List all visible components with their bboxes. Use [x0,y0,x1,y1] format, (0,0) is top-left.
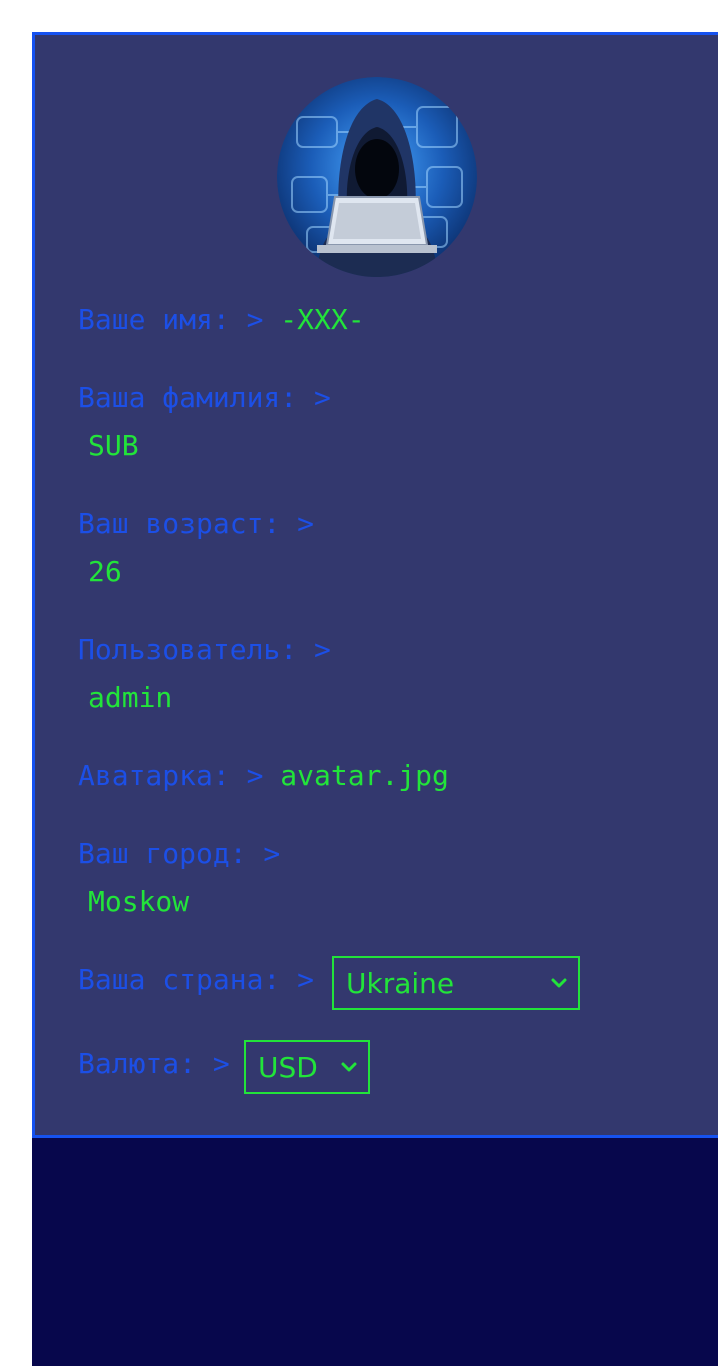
avatar [277,77,477,277]
first-name-value: -XXX- [280,303,365,336]
last-name-value: SUB [88,429,139,462]
profile-card: Ваше имя: > -XXX- Ваша фамилия: > SUB Ва… [32,32,718,1138]
country-selected-value: Ukraine [346,967,455,1000]
avatar-file-value: avatar.jpg [280,759,449,792]
user-label: Пользователь: > [78,633,331,666]
first-name-label: Ваше имя: > [78,303,264,336]
chevron-down-icon [551,978,567,988]
avatar-file-row: Аватарка: > avatar.jpg [78,759,449,793]
age-label: Ваш возраст: > [78,507,315,540]
last-name-label: Ваша фамилия: > [78,381,331,414]
city-row: Ваш город: > [78,837,280,871]
avatar-file-label: Аватарка: > [78,759,264,792]
currency-selected-value: USD [258,1051,318,1084]
currency-label: Валюта: > [78,1047,230,1080]
age-value: 26 [88,555,122,588]
country-select[interactable]: Ukraine [332,956,580,1010]
user-row: Пользователь: > [78,633,331,667]
country-label: Ваша страна: > [78,963,315,996]
city-value: Moskow [88,885,190,918]
country-row: Ваша страна: > [78,963,314,997]
currency-select[interactable]: USD [244,1040,370,1094]
chevron-down-icon [341,1062,357,1072]
first-name-row: Ваше имя: > -XXX- [78,303,365,337]
hooded-hacker-avatar-icon [277,77,477,277]
user-value: admin [88,681,173,714]
page: Ваше имя: > -XXX- Ваша фамилия: > SUB Ва… [0,0,718,1366]
city-label: Ваш город: > [78,837,281,870]
footer-area [32,1136,718,1366]
age-row: Ваш возраст: > [78,507,314,541]
currency-row: Валюта: > [78,1047,230,1081]
last-name-row: Ваша фамилия: > [78,381,331,415]
